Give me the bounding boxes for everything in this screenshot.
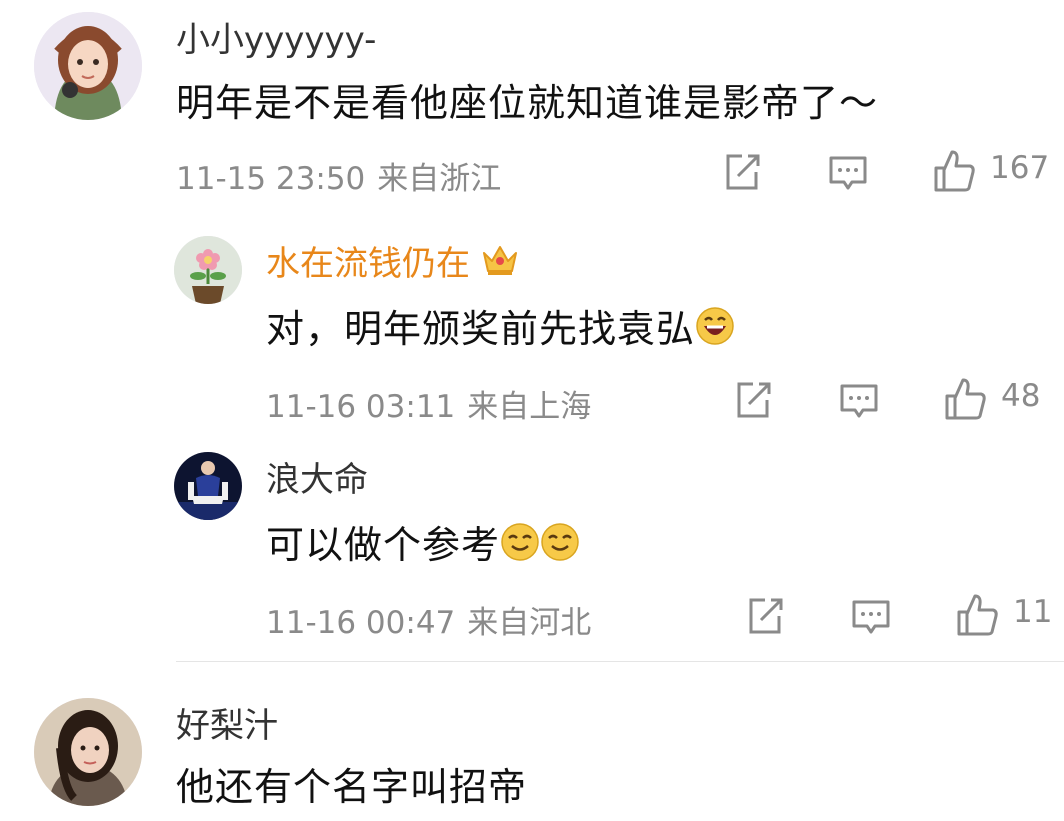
share-button[interactable] [743, 594, 787, 638]
thumbs-up-icon [934, 150, 975, 192]
comment-time: 11-15 23:50 [176, 161, 366, 197]
comment-time: 11-16 03:11 [266, 389, 456, 425]
like-count: 167 [990, 150, 1050, 186]
laughing-emoji-icon [695, 306, 735, 355]
share-icon [737, 382, 771, 418]
comment-username[interactable]: 浪大命 [266, 452, 368, 501]
comment-username[interactable]: 水在流钱仍在 [266, 236, 520, 286]
comment-text: 他还有个名字叫招帝 [176, 765, 528, 809]
comment-text-label: 对，明年颁奖前先找袁弘 [266, 307, 696, 351]
comment-meta: 11-15 23:50 来自浙江 [176, 153, 501, 198]
divider [176, 661, 1064, 662]
comment-icon [829, 156, 867, 190]
comment-text: 对，明年颁奖前先找袁弘 [266, 298, 735, 355]
share-icon [726, 154, 760, 190]
avatar[interactable] [174, 452, 242, 520]
comment-location: 来自河北 [467, 605, 592, 641]
comment-icon [852, 600, 890, 634]
anime-girl-avatar-icon [34, 12, 142, 120]
reply-button[interactable] [826, 150, 870, 194]
comment-icon [840, 384, 878, 418]
like-button[interactable]: 48 [943, 376, 1053, 422]
share-button[interactable] [720, 150, 764, 194]
comment-text-label: 可以做个参考 [266, 523, 501, 567]
comment-location: 来自上海 [467, 389, 592, 425]
flower-pot-avatar-icon [174, 236, 242, 304]
smiling-emoji-icon [500, 522, 540, 571]
avatar[interactable] [174, 236, 242, 304]
woman-avatar-icon [34, 698, 142, 806]
comment-thread: 小小yyyyyy- 明年是不是看他座位就知道谁是影帝了～ 11-15 23:50… [0, 0, 1064, 821]
avatar[interactable] [34, 12, 142, 120]
avatar[interactable] [34, 698, 142, 806]
comment-meta: 11-16 03:11 来自上海 [266, 381, 591, 426]
comment-text: 可以做个参考 [266, 514, 580, 571]
comment-username[interactable]: 小小yyyyyy- [176, 12, 376, 61]
like-button[interactable]: 11 [955, 592, 1055, 638]
person-avatar-icon [174, 452, 242, 520]
share-icon [749, 598, 783, 634]
comment-time: 11-16 00:47 [266, 605, 456, 641]
smiling-emoji-icon [540, 522, 580, 571]
comment-location: 来自浙江 [377, 161, 502, 197]
like-count: 11 [1013, 594, 1053, 630]
reply-button[interactable] [837, 378, 881, 422]
thumbs-up-icon [945, 378, 986, 420]
share-button[interactable] [731, 378, 775, 422]
like-count: 48 [1001, 378, 1041, 414]
like-button[interactable]: 167 [932, 148, 1050, 194]
reply-button[interactable] [849, 594, 893, 638]
comment-username-label: 水在流钱仍在 [266, 244, 470, 284]
comment-meta: 11-16 00:47 来自河北 [266, 597, 591, 642]
thumbs-up-icon [957, 594, 998, 636]
crown-icon [480, 241, 520, 286]
comment-text: 明年是不是看他座位就知道谁是影帝了～ [176, 81, 879, 125]
comment-username[interactable]: 好梨汁 [176, 698, 278, 747]
